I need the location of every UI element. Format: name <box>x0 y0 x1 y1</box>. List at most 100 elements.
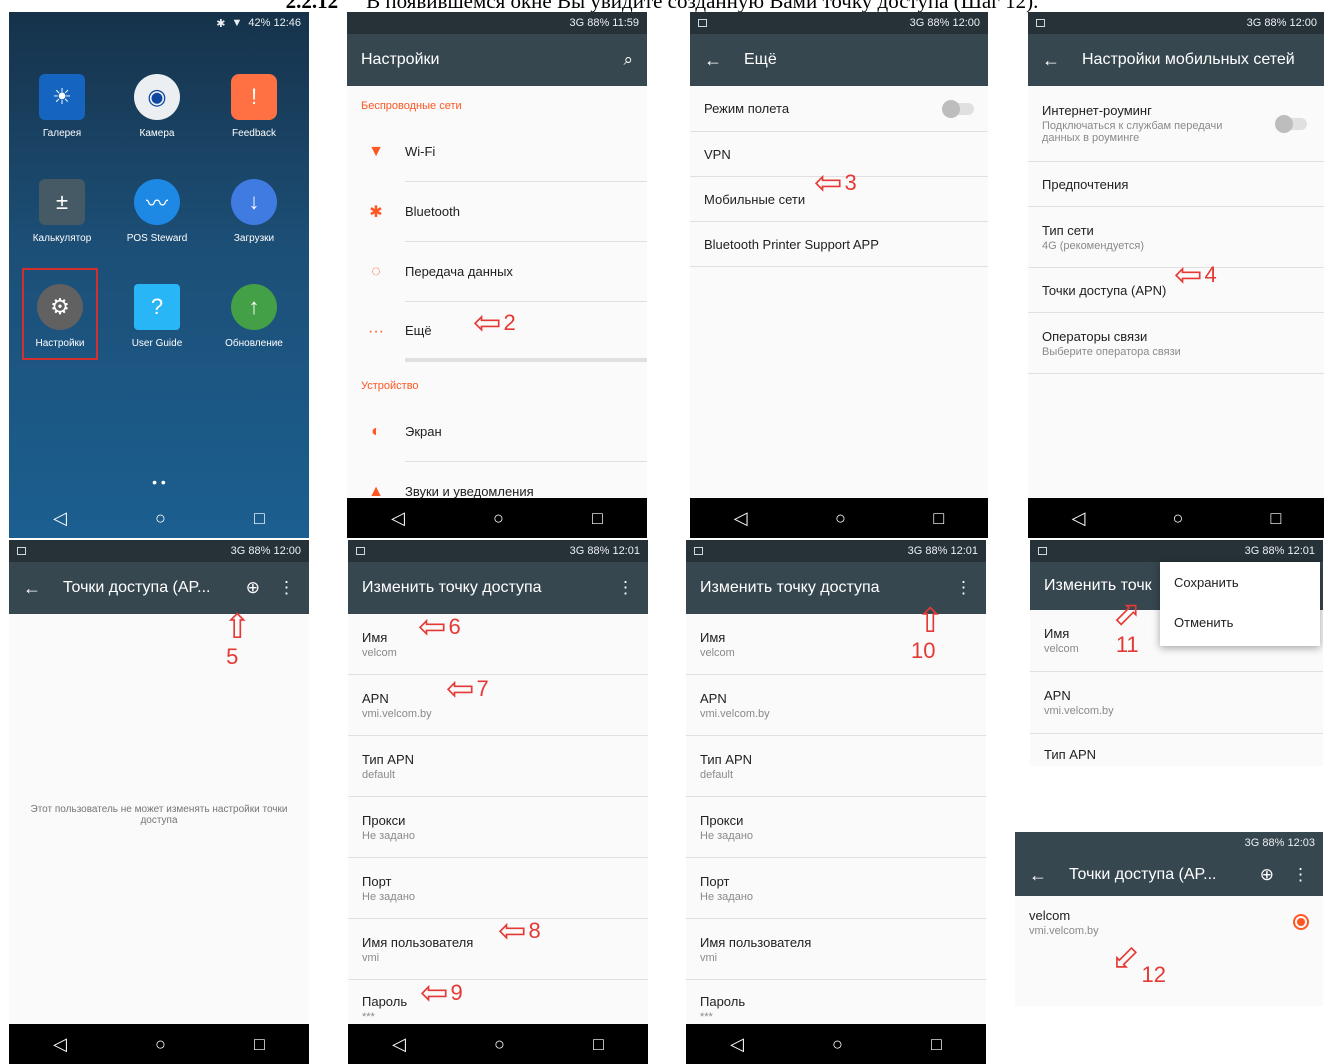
nav-home-icon[interactable]: ○ <box>832 1034 843 1055</box>
nav-home-icon[interactable]: ○ <box>1173 508 1184 529</box>
nav-recent-icon[interactable]: □ <box>593 1034 604 1055</box>
field-port[interactable]: Порт Не задано <box>686 858 986 919</box>
edit-apn-screen: 3G 88% 12:01 Изменить точку доступа ⋮ Им… <box>348 540 648 1064</box>
list-item-roaming[interactable]: Интернет-роуминг Подключаться к службам … <box>1028 86 1324 162</box>
app-calculator[interactable]: ± Калькулятор <box>19 179 105 244</box>
nav-recent-icon[interactable]: □ <box>254 1034 265 1055</box>
nav-bar: ◁ ○ □ <box>9 1024 309 1064</box>
list-item-preferences[interactable]: Предпочтения <box>1028 162 1324 207</box>
nav-recent-icon[interactable]: □ <box>933 508 944 529</box>
nav-back-icon[interactable]: ◁ <box>730 1034 744 1055</box>
nav-home-icon[interactable]: ○ <box>494 1034 505 1055</box>
status-bar: 3G 88% 12:01 <box>348 540 648 562</box>
nav-bar: ◁ ○ □ <box>9 498 309 538</box>
app-bar: Изменить точку доступа ⋮ <box>348 562 648 614</box>
mobile-networks-screen: 3G 88% 12:00 ← Настройки мобильных сетей… <box>1028 12 1324 538</box>
page-title: Точки доступа (AP... <box>1069 866 1217 883</box>
nav-back-icon[interactable]: ◁ <box>53 1034 67 1055</box>
nav-recent-icon[interactable]: □ <box>931 1034 942 1055</box>
step-arrow-6: ⇦ 6 <box>418 608 461 646</box>
step-arrow-5: ⇧ 5 <box>223 608 252 669</box>
step-arrow-12: ⇦ 12 <box>1101 934 1166 987</box>
settings-item-display[interactable]: ◐ Экран <box>347 402 647 462</box>
nav-home-icon[interactable]: ○ <box>835 508 846 529</box>
overflow-menu-icon[interactable]: ⋮ <box>278 578 295 598</box>
nav-home-icon[interactable]: ○ <box>155 508 166 529</box>
nav-bar: ◁ ○ □ <box>348 1024 648 1064</box>
page-title: Ещё <box>744 51 777 68</box>
pulse-icon: 〰 <box>134 179 180 225</box>
field-apn[interactable]: APN vmi.velcom.by <box>1030 672 1323 734</box>
status-text: 3G 88% 12:00 <box>230 545 301 557</box>
app-camera[interactable]: ◉ Камера <box>114 74 200 139</box>
nav-home-icon[interactable]: ○ <box>493 508 504 529</box>
page-title: Настройки мобильных сетей <box>1082 51 1295 68</box>
field-apn[interactable]: APN vmi.velcom.by <box>686 675 986 736</box>
data-usage-icon: ◌ <box>371 263 381 280</box>
field-apn-type[interactable]: Тип APN default <box>348 736 648 797</box>
overflow-menu-icon[interactable]: ⋮ <box>955 578 972 598</box>
sim-icon <box>698 19 707 27</box>
app-user-guide[interactable]: ? User Guide <box>114 284 200 349</box>
empty-message: Этот пользователь не может изменять наст… <box>30 804 288 826</box>
field-apn-type[interactable]: Тип APN <box>1030 734 1323 766</box>
add-circle-icon[interactable]: ⊕ <box>1260 865 1274 885</box>
airplane-toggle[interactable] <box>942 99 974 118</box>
left-arrow-icon: ⇦ <box>446 670 475 708</box>
field-apn[interactable]: APN vmi.velcom.by <box>348 675 648 736</box>
field-username[interactable]: Имя пользователя vmi <box>686 919 986 980</box>
nav-home-icon[interactable]: ○ <box>155 1034 166 1055</box>
nav-back-icon[interactable]: ◁ <box>53 508 67 529</box>
menu-item-cancel[interactable]: Отменить <box>1160 602 1320 642</box>
app-update[interactable]: ↑ Обновление <box>211 284 297 349</box>
list-item-operators[interactable]: Операторы связи Выберите оператора связи <box>1028 313 1324 374</box>
nav-back-icon[interactable]: ◁ <box>734 508 748 529</box>
app-feedback[interactable]: ! Feedback <box>211 74 297 139</box>
app-downloads[interactable]: ↓ Загрузки <box>211 179 297 244</box>
bluetooth-icon: ✱ <box>216 17 226 30</box>
field-apn-type[interactable]: Тип APN default <box>686 736 986 797</box>
field-name[interactable]: Имя velcom <box>348 614 648 675</box>
nav-recent-icon[interactable]: □ <box>592 508 603 529</box>
app-settings[interactable]: ⚙ Настройки <box>17 284 103 349</box>
settings-item-data-usage[interactable]: ◌ Передача данных <box>347 242 647 302</box>
settings-item-wifi[interactable]: ▼ Wi-Fi <box>347 122 647 182</box>
nav-recent-icon[interactable]: □ <box>254 508 265 529</box>
back-arrow-icon[interactable]: ← <box>1029 865 1047 886</box>
search-icon[interactable]: ⌕ <box>623 50 633 70</box>
menu-item-save[interactable]: Сохранить <box>1160 562 1320 602</box>
list-item-airplane[interactable]: Режим полета <box>690 86 988 132</box>
overflow-menu-icon[interactable]: ⋮ <box>1292 865 1309 885</box>
step-arrow-8: ⇦ 8 <box>498 912 541 950</box>
settings-screen: 3G 88% 11:59 Настройки ⌕ Беспроводные се… <box>347 12 647 538</box>
apn-radio-selected[interactable] <box>1293 914 1309 930</box>
status-text: 3G 88% 11:59 <box>569 17 639 29</box>
left-arrow-icon: ⇦ <box>814 164 843 202</box>
field-proxy[interactable]: Прокси Не задано <box>348 797 648 858</box>
status-text: 3G 88% 12:01 <box>907 545 978 557</box>
overflow-menu-icon[interactable]: ⋮ <box>617 578 634 598</box>
up-arrow-icon: ↑ <box>231 284 277 330</box>
field-port[interactable]: Порт Не задано <box>348 858 648 919</box>
status-bar: 3G 88% 12:00 <box>9 540 309 562</box>
back-arrow-icon[interactable]: ← <box>1042 50 1060 71</box>
back-arrow-icon[interactable]: ← <box>704 50 722 71</box>
status-bar: 3G 88% 12:00 <box>690 12 988 34</box>
add-circle-icon[interactable]: ⊕ <box>246 578 260 598</box>
nav-back-icon[interactable]: ◁ <box>391 508 405 529</box>
back-arrow-icon[interactable]: ← <box>23 578 41 599</box>
nav-recent-icon[interactable]: □ <box>1271 508 1282 529</box>
nav-back-icon[interactable]: ◁ <box>1072 508 1086 529</box>
field-proxy[interactable]: Прокси Не задано <box>686 797 986 858</box>
list-item-printer[interactable]: Bluetooth Printer Support APP <box>690 222 988 267</box>
apn-list-item[interactable]: velcom vmi.velcom.by <box>1015 896 1323 948</box>
app-gallery[interactable]: ☀ Галерея <box>19 74 105 139</box>
app-bar: ← Точки доступа (AP... ⊕ ⋮ <box>9 562 309 614</box>
roaming-toggle[interactable] <box>1275 115 1307 133</box>
settings-item-bluetooth[interactable]: ✱ Bluetooth <box>347 182 647 242</box>
nav-back-icon[interactable]: ◁ <box>392 1034 406 1055</box>
overflow-menu: Сохранить Отменить <box>1160 562 1320 646</box>
page-indicator: • • <box>152 474 166 490</box>
app-pos-steward[interactable]: 〰 POS Steward <box>114 179 200 244</box>
feedback-icon: ! <box>231 74 277 120</box>
